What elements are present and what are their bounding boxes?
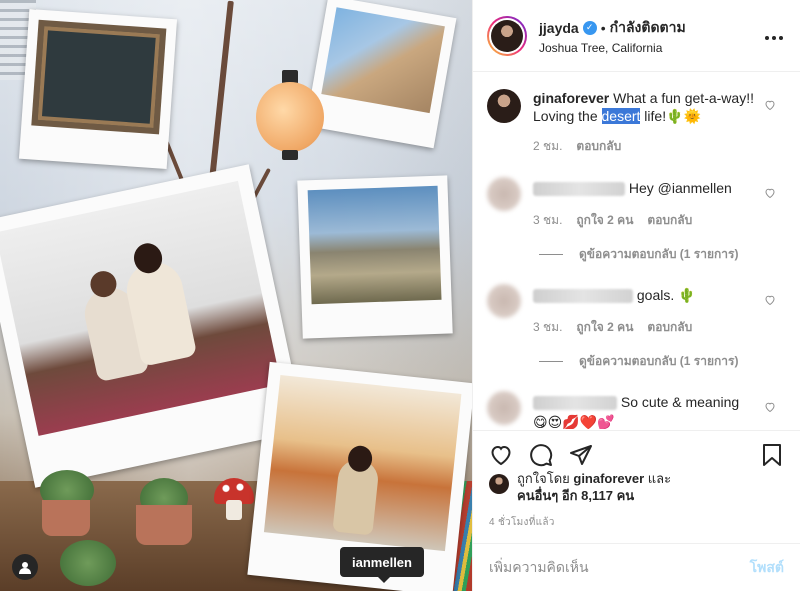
polaroid-chalkboard [18,9,178,169]
comment-like-heart-icon[interactable] [764,99,776,111]
liker-avatar[interactable] [489,474,509,494]
photo-pot [42,500,90,536]
like-heart-icon[interactable] [487,441,515,469]
comment-highlighted-word: desert [601,108,641,124]
comment-time: 2 ชม. [533,139,563,153]
comment-likes-count[interactable]: ถูกใจ 2 คน [576,318,633,336]
commenter-username-blurred[interactable] [533,182,625,197]
reply-button[interactable]: ตอบกลับ [576,137,621,155]
post-timestamp[interactable]: 4 ชั่วโมงที่แล้ว [489,515,555,530]
comment-time: 3 ชม. [533,320,563,334]
commenter-avatar-blurred[interactable] [487,391,521,425]
user-tag-icon[interactable] [12,554,38,580]
photo-pot [136,505,192,545]
commenter-avatar-blurred[interactable] [487,177,521,211]
instagram-post-modal: ianmellen jjayda ✓ • กำลังติดตาม Joshua … [0,0,800,591]
author-avatar[interactable] [487,15,527,56]
comment-text-end: life!🌵🌞 [640,108,701,124]
paper-lantern [256,70,324,162]
commenter-username-blurred[interactable] [533,289,633,304]
comment-item: So cute & meaning 😋😍💋❤️💕 [487,391,786,429]
comment-time: 3 ชม. [533,213,563,227]
commenter-avatar-blurred[interactable] [487,284,521,318]
polaroid-rock-climb [305,0,457,149]
post-comment-button[interactable]: โพสต์ [750,557,784,579]
commenter-username[interactable]: ginaforever [533,90,609,106]
comment-bubble-icon[interactable] [527,441,555,469]
comment-emoji-line: 😋😍💋❤️💕 [533,414,615,429]
likes-prefix: ถูกใจโดย [517,471,574,486]
comment-likes-count[interactable]: ถูกใจ 2 คน [576,211,633,229]
commenter-avatar[interactable] [487,89,521,123]
header-separator: • [600,19,606,36]
comment-item: Hey @ianmellen 3 ชม. ถูกใจ 2 คน ตอบกลับ [487,177,786,229]
reply-button[interactable]: ตอบกลับ [647,211,692,229]
view-replies-label: ดูข้อความตอบกลับ (1 รายการ) [579,354,739,368]
follow-status-button[interactable]: กำลังติดตาม [610,17,686,39]
comment-like-heart-icon[interactable] [764,294,776,306]
view-replies-button[interactable]: ดูข้อความตอบกลับ (1 รายการ) [539,245,786,264]
comment-text: Hey @ianmellen [628,180,732,196]
comment-like-heart-icon[interactable] [764,187,776,199]
commenter-username-blurred[interactable] [533,396,617,411]
comment-input[interactable]: เพิ่มความคิดเห็น [489,557,750,579]
comment-like-heart-icon[interactable] [764,401,776,413]
polaroid-cactus [297,175,453,339]
share-paper-plane-icon[interactable] [567,441,595,469]
comment-text: goals. 🌵 [636,287,696,303]
comment-item: goals. 🌵 3 ชม. ถูกใจ 2 คน ตอบกลับ [487,284,786,336]
verified-badge-icon: ✓ [582,20,597,35]
view-replies-label: ดูข้อความตอบกลับ (1 รายการ) [579,247,739,261]
likes-and: และ [644,471,672,486]
comments-list[interactable]: ginaforever What a fun get-a-way!! Lovin… [473,73,800,429]
reply-button[interactable]: ตอบกลับ [647,318,692,336]
photo-plant [60,540,116,586]
post-side-panel: jjayda ✓ • กำลังติดตาม Joshua Tree, Cali… [472,0,800,591]
view-replies-button[interactable]: ดูข้อความตอบกลับ (1 รายการ) [539,352,786,371]
comment-item: ginaforever What a fun get-a-way!! Lovin… [487,89,786,155]
save-bookmark-icon[interactable] [758,441,786,469]
post-header: jjayda ✓ • กำลังติดตาม Joshua Tree, Cali… [473,0,800,72]
author-username[interactable]: jjayda [539,20,579,36]
post-photo[interactable]: ianmellen [0,0,472,591]
add-comment-bar: เพิ่มความคิดเห็น โพสต์ [473,543,800,591]
comment-text: So cute & meaning [620,394,740,410]
liker-username[interactable]: ginaforever [573,471,644,486]
mushroom-lamp-stem [226,500,242,520]
more-options-icon[interactable] [762,25,786,46]
likes-summary[interactable]: ถูกใจโดย ginaforever และ คนอื่นๆ อีก 8,1… [489,470,786,504]
likes-others-count[interactable]: คนอื่นๆ อีก 8,117 คน [517,488,634,503]
user-tag-tooltip[interactable]: ianmellen [340,547,424,583]
post-location[interactable]: Joshua Tree, California [539,41,762,55]
